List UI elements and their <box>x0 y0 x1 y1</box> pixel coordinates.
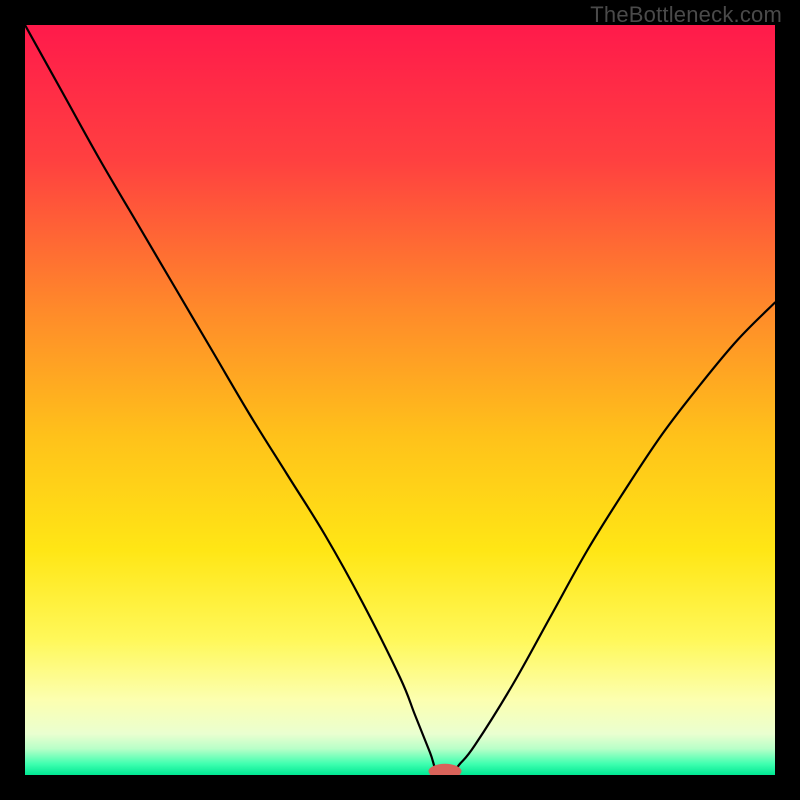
chart-frame: TheBottleneck.com <box>0 0 800 800</box>
bottleneck-chart <box>25 25 775 775</box>
watermark-text: TheBottleneck.com <box>590 2 782 28</box>
gradient-background <box>25 25 775 775</box>
